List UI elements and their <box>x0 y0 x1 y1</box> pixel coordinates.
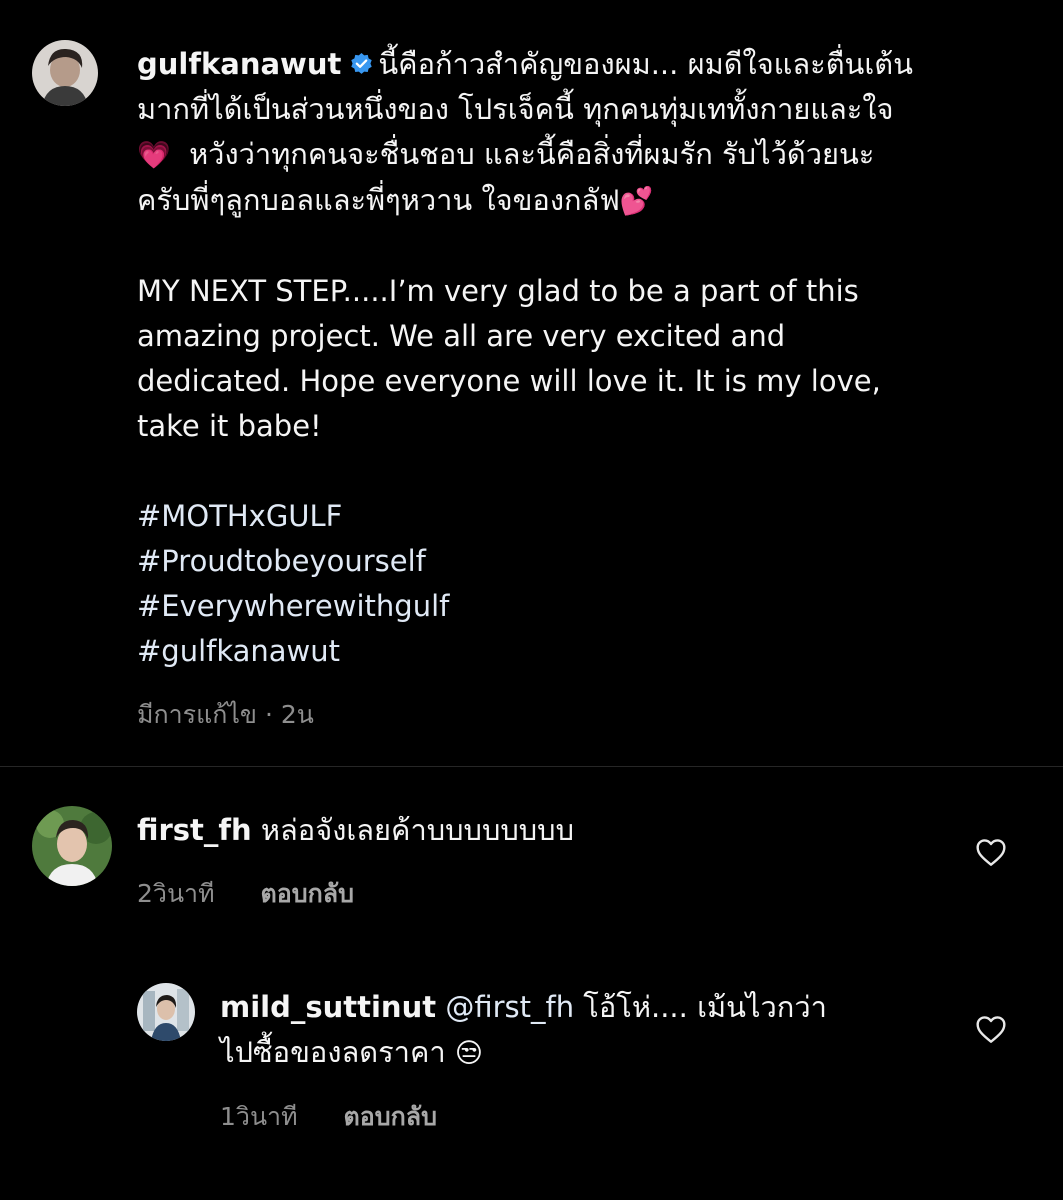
post-author-avatar[interactable] <box>32 40 98 106</box>
like-comment-heart-icon[interactable] <box>975 1014 1007 1044</box>
comment-body-line-1: โอ้โห่.... เม้นไวกว่า <box>583 990 827 1024</box>
comment-meta-first-fh: 2วินาที ตอบกลับ <box>137 874 354 914</box>
pink-heart-emoji: 💗 <box>137 140 171 171</box>
two-hearts-emoji: 💕 <box>619 186 654 217</box>
reply-button[interactable]: ตอบกลับ <box>344 1102 437 1131</box>
caption-thai-line-4: ครับพี่ๆลูกบอลและพี่ๆหวาน ใจของกลัฟ <box>137 183 620 217</box>
reply-button[interactable]: ตอบกลับ <box>261 879 354 908</box>
comment-body-line-2: ไปซื้อของลดราคา <box>220 1035 446 1069</box>
post-caption: gulfkanawut นี้คือก้าวสำคัญของผม... ผมดีใ… <box>137 42 1037 674</box>
hashtag-link[interactable]: #Proudtobeyourself <box>137 539 1037 584</box>
comment-avatar-mild-suttinut[interactable] <box>137 983 195 1041</box>
comment-avatar-first-fh[interactable] <box>32 806 112 886</box>
mention-link[interactable]: @first_fh <box>445 990 574 1024</box>
hashtag-link[interactable]: #MOTHxGULF <box>137 494 1037 539</box>
caption-english-line-4: take it babe! <box>137 409 322 443</box>
comment-meta-mild-suttinut: 1วินาที ตอบกลับ <box>220 1097 437 1137</box>
caption-thai-line-1: นี้คือก้าวสำคัญของผม... ผมดีใจและตื่นเต้… <box>378 47 913 81</box>
comment-timestamp: 2วินาที <box>137 879 215 908</box>
post-edited-timestamp: มีการแก้ไข · 2น <box>137 700 314 729</box>
hashtag-link[interactable]: #gulfkanawut <box>137 629 1037 674</box>
caption-english-line-2: amazing project. We all are very excited… <box>137 319 786 353</box>
divider <box>0 766 1063 767</box>
comment-username[interactable]: mild_suttinut <box>220 990 436 1024</box>
hashtag-link[interactable]: #Everywherewithgulf <box>137 584 1037 629</box>
like-comment-heart-icon[interactable] <box>975 837 1007 867</box>
caption-english-line-1: MY NEXT STEP.....I’m very glad to be a p… <box>137 274 859 308</box>
verified-badge-icon <box>349 52 374 77</box>
comment-timestamp: 1วินาที <box>220 1102 298 1131</box>
comment-body: หล่อจังเลยค้าบบบบบบบบ <box>260 813 574 847</box>
comment-username[interactable]: first_fh <box>137 813 252 847</box>
comment-first-fh: first_fh หล่อจังเลยค้าบบบบบบบบ <box>137 808 574 853</box>
caption-thai-line-2: มากที่ได้เป็นส่วนหนึ่งของ โปรเจ็คนี้ ทุก… <box>137 92 894 126</box>
unamused-face-emoji: 😒 <box>454 1038 484 1069</box>
caption-thai-line-3: หวังว่าทุกคนจะชื่นชอบ และนี้คือสิ่งที่ผม… <box>189 137 875 171</box>
post-author-username[interactable]: gulfkanawut <box>137 47 341 81</box>
comment-mild-suttinut: mild_suttinut @first_fh โอ้โห่.... เม้นไ… <box>220 985 827 1076</box>
caption-english-line-3: dedicated. Hope everyone will love it. I… <box>137 364 881 398</box>
